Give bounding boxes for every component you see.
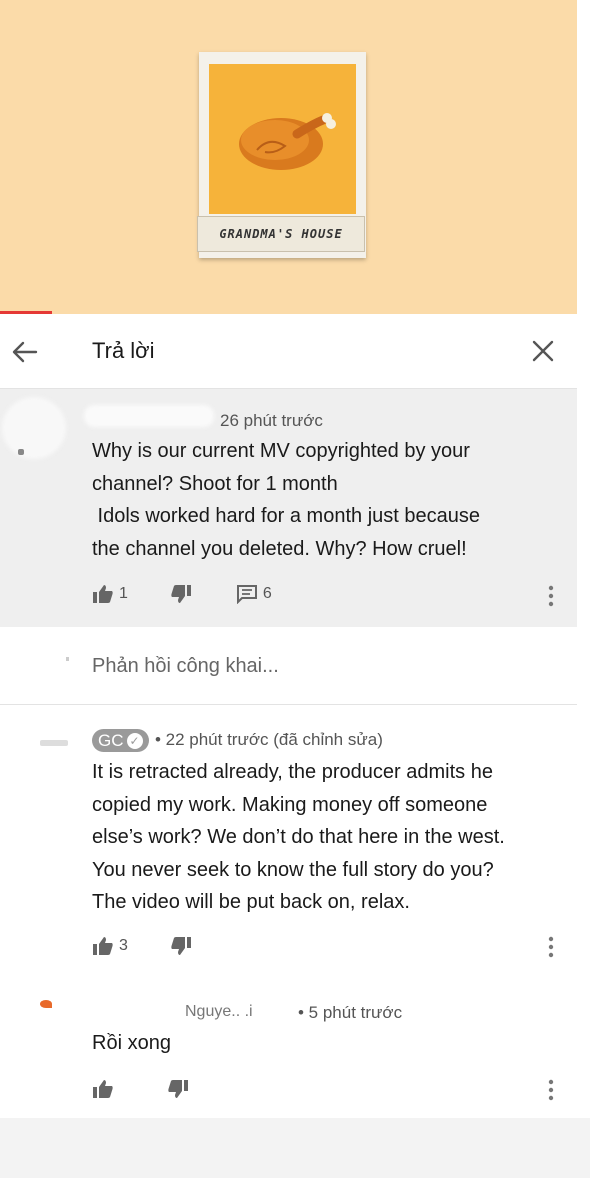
- reply-input-placeholder[interactable]: Phản hồi công khai...: [92, 655, 279, 678]
- avatar-fragment: [66, 657, 69, 661]
- reply-line: copied my work. Making money off someone: [92, 793, 488, 816]
- thumbs-up-icon: [93, 585, 113, 603]
- more-vert-icon[interactable]: [541, 582, 561, 610]
- video-edge: [577, 0, 590, 314]
- comment-line: Why is our current MV copyrighted by you…: [92, 440, 470, 462]
- thumbs-down-icon: [171, 585, 191, 603]
- avatar-fragment: [18, 449, 24, 455]
- reply-text: It is retracted already, the producer ad…: [92, 756, 505, 919]
- comment-line: Idols worked hard for a month just becau…: [92, 505, 480, 527]
- comment-line: channel? Shoot for 1 month: [92, 472, 338, 495]
- thumbs-down-icon: [171, 937, 191, 955]
- reply-line: else’s work? We don’t do that here in th…: [92, 826, 505, 848]
- like-count: 1: [119, 585, 128, 602]
- reply-line: You never seek to know the full story do…: [92, 858, 494, 881]
- reply-actions: [92, 1079, 189, 1099]
- reply-meta: • 22 phút trước (đã chỉnh sửa): [154, 729, 383, 749]
- avatar[interactable]: [40, 740, 68, 746]
- roast-chicken-illustration: [239, 113, 336, 170]
- replies-button[interactable]: 6: [236, 584, 272, 604]
- comment-text: Why is our current MV copyrighted by you…: [92, 435, 480, 565]
- dislike-button[interactable]: [170, 584, 192, 604]
- author-name-partial: Nguye.. .i: [185, 1003, 253, 1020]
- reply-actions: 3: [92, 936, 192, 956]
- comment-actions: 1 6: [92, 584, 272, 604]
- video-player[interactable]: GRANDMA'S HOUSE: [0, 0, 577, 314]
- comment-timestamp: 26 phút trước: [220, 411, 323, 430]
- reply-count: 6: [262, 585, 272, 602]
- public-reply-box[interactable]: Phản hồi công khai...: [0, 627, 577, 705]
- thumbs-down-icon: [168, 1080, 188, 1098]
- comment-icon: [236, 585, 257, 604]
- dislike-button[interactable]: [170, 936, 192, 956]
- reply-meta: • 5 phút trước: [298, 1003, 403, 1022]
- author-badge[interactable]: GC ✓: [92, 729, 149, 752]
- panel-title: Trả lời: [92, 338, 155, 363]
- reply-comment: GC ✓ • 22 phút trước (đã chỉnh sửa) It is…: [0, 705, 577, 970]
- avatar[interactable]: [2, 397, 66, 459]
- author-name-redacted: [84, 405, 214, 427]
- like-count: 3: [119, 937, 128, 954]
- video-caption-label: GRANDMA'S HOUSE: [197, 216, 365, 252]
- like-button[interactable]: [92, 1079, 114, 1099]
- more-vert-icon[interactable]: [541, 1076, 561, 1104]
- parent-comment: 26 phút trước Why is our current MV copy…: [0, 389, 577, 627]
- reply-line: It is retracted already, the producer ad…: [92, 761, 493, 783]
- avatar[interactable]: [40, 1000, 52, 1008]
- like-button[interactable]: 1: [92, 584, 128, 604]
- reply-panel-header: Trả lời: [0, 314, 577, 389]
- reply-line: Rồi xong: [92, 1032, 171, 1054]
- bottom-bar: [0, 1118, 590, 1178]
- thumbs-up-icon: [93, 937, 113, 955]
- reply-comment: Nguye.. .i • 5 phút trước Rồi xong: [0, 990, 577, 1118]
- like-button[interactable]: 3: [92, 936, 128, 956]
- dislike-button[interactable]: [167, 1079, 189, 1099]
- close-icon[interactable]: [530, 338, 556, 364]
- author-name: GC: [98, 731, 124, 750]
- reply-header: GC ✓ • 22 phút trước (đã chỉnh sửa): [92, 729, 383, 752]
- video-thumbnail-image: [209, 64, 356, 214]
- arrow-left-icon[interactable]: [10, 338, 40, 366]
- more-vert-icon[interactable]: [541, 933, 561, 961]
- reply-line: The video will be put back on, relax.: [92, 891, 410, 913]
- thumbs-up-icon: [93, 1080, 113, 1098]
- comment-line: the channel you deleted. Why? How cruel!: [92, 537, 467, 560]
- verified-check-icon: ✓: [126, 732, 143, 749]
